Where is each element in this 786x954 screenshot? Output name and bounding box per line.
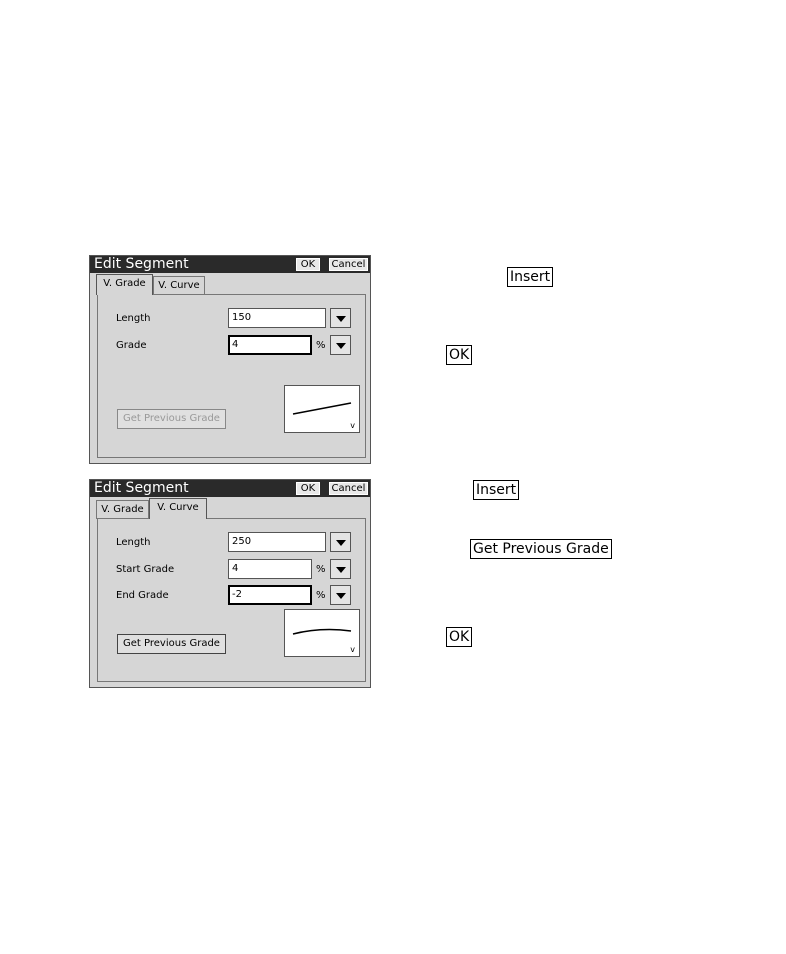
ok-button[interactable]: OK [296,258,320,271]
start-grade-unit: % [316,564,326,575]
end-grade-unit: % [316,590,326,601]
length-field[interactable]: 250 [228,532,326,552]
insert-key-annotation: Insert [507,267,554,287]
tab-panel: Length 250 Start Grade 4 % End Grade -2 … [97,518,366,682]
ok-key-annotation: OK [446,627,473,647]
grade-field[interactable]: 4 [228,335,312,355]
ok-button[interactable]: OK [296,482,320,495]
ok-key-annotation: OK [446,345,473,365]
length-dropdown-button[interactable] [330,532,351,552]
start-grade-dropdown-button[interactable] [330,559,351,579]
preview-v-label: v [350,421,355,430]
edit-segment-dialog-curve: Edit Segment OK Cancel V. Grade V. Curve… [89,479,371,688]
length-label: Length [116,537,151,548]
cancel-button[interactable]: Cancel [329,482,368,495]
get-previous-grade-button[interactable]: Get Previous Grade [117,634,226,654]
grade-label: Grade [116,340,147,351]
cancel-button[interactable]: Cancel [329,258,368,271]
profile-preview: v [284,609,360,657]
length-label: Length [116,313,151,324]
edit-segment-dialog-grade: Edit Segment OK Cancel V. Grade V. Curve… [89,255,371,464]
end-grade-dropdown-button[interactable] [330,585,351,605]
grade-unit: % [316,340,326,351]
length-field[interactable]: 150 [228,308,326,328]
tab-v-curve[interactable]: V. Curve [153,276,205,295]
insert-key-annotation: Insert [473,480,520,500]
tab-v-curve[interactable]: V. Curve [149,498,207,519]
end-grade-field[interactable]: -2 [228,585,312,605]
dialog-title: Edit Segment [94,256,189,272]
length-dropdown-button[interactable] [330,308,351,328]
get-previous-grade-key-annotation: Get Previous Grade [470,539,612,559]
start-grade-field[interactable]: 4 [228,559,312,579]
tab-v-grade[interactable]: V. Grade [96,274,153,295]
title-bar: Edit Segment OK Cancel [90,256,370,273]
preview-v-label: v [350,645,355,654]
end-grade-label: End Grade [116,590,169,601]
title-bar: Edit Segment OK Cancel [90,480,370,497]
tab-panel: Length 150 Grade 4 % Get Previous Grade … [97,294,366,458]
grade-dropdown-button[interactable] [330,335,351,355]
profile-preview: v [284,385,360,433]
get-previous-grade-button[interactable]: Get Previous Grade [117,409,226,429]
tab-v-grade[interactable]: V. Grade [96,500,149,519]
start-grade-label: Start Grade [116,564,175,575]
dialog-title: Edit Segment [94,480,189,496]
